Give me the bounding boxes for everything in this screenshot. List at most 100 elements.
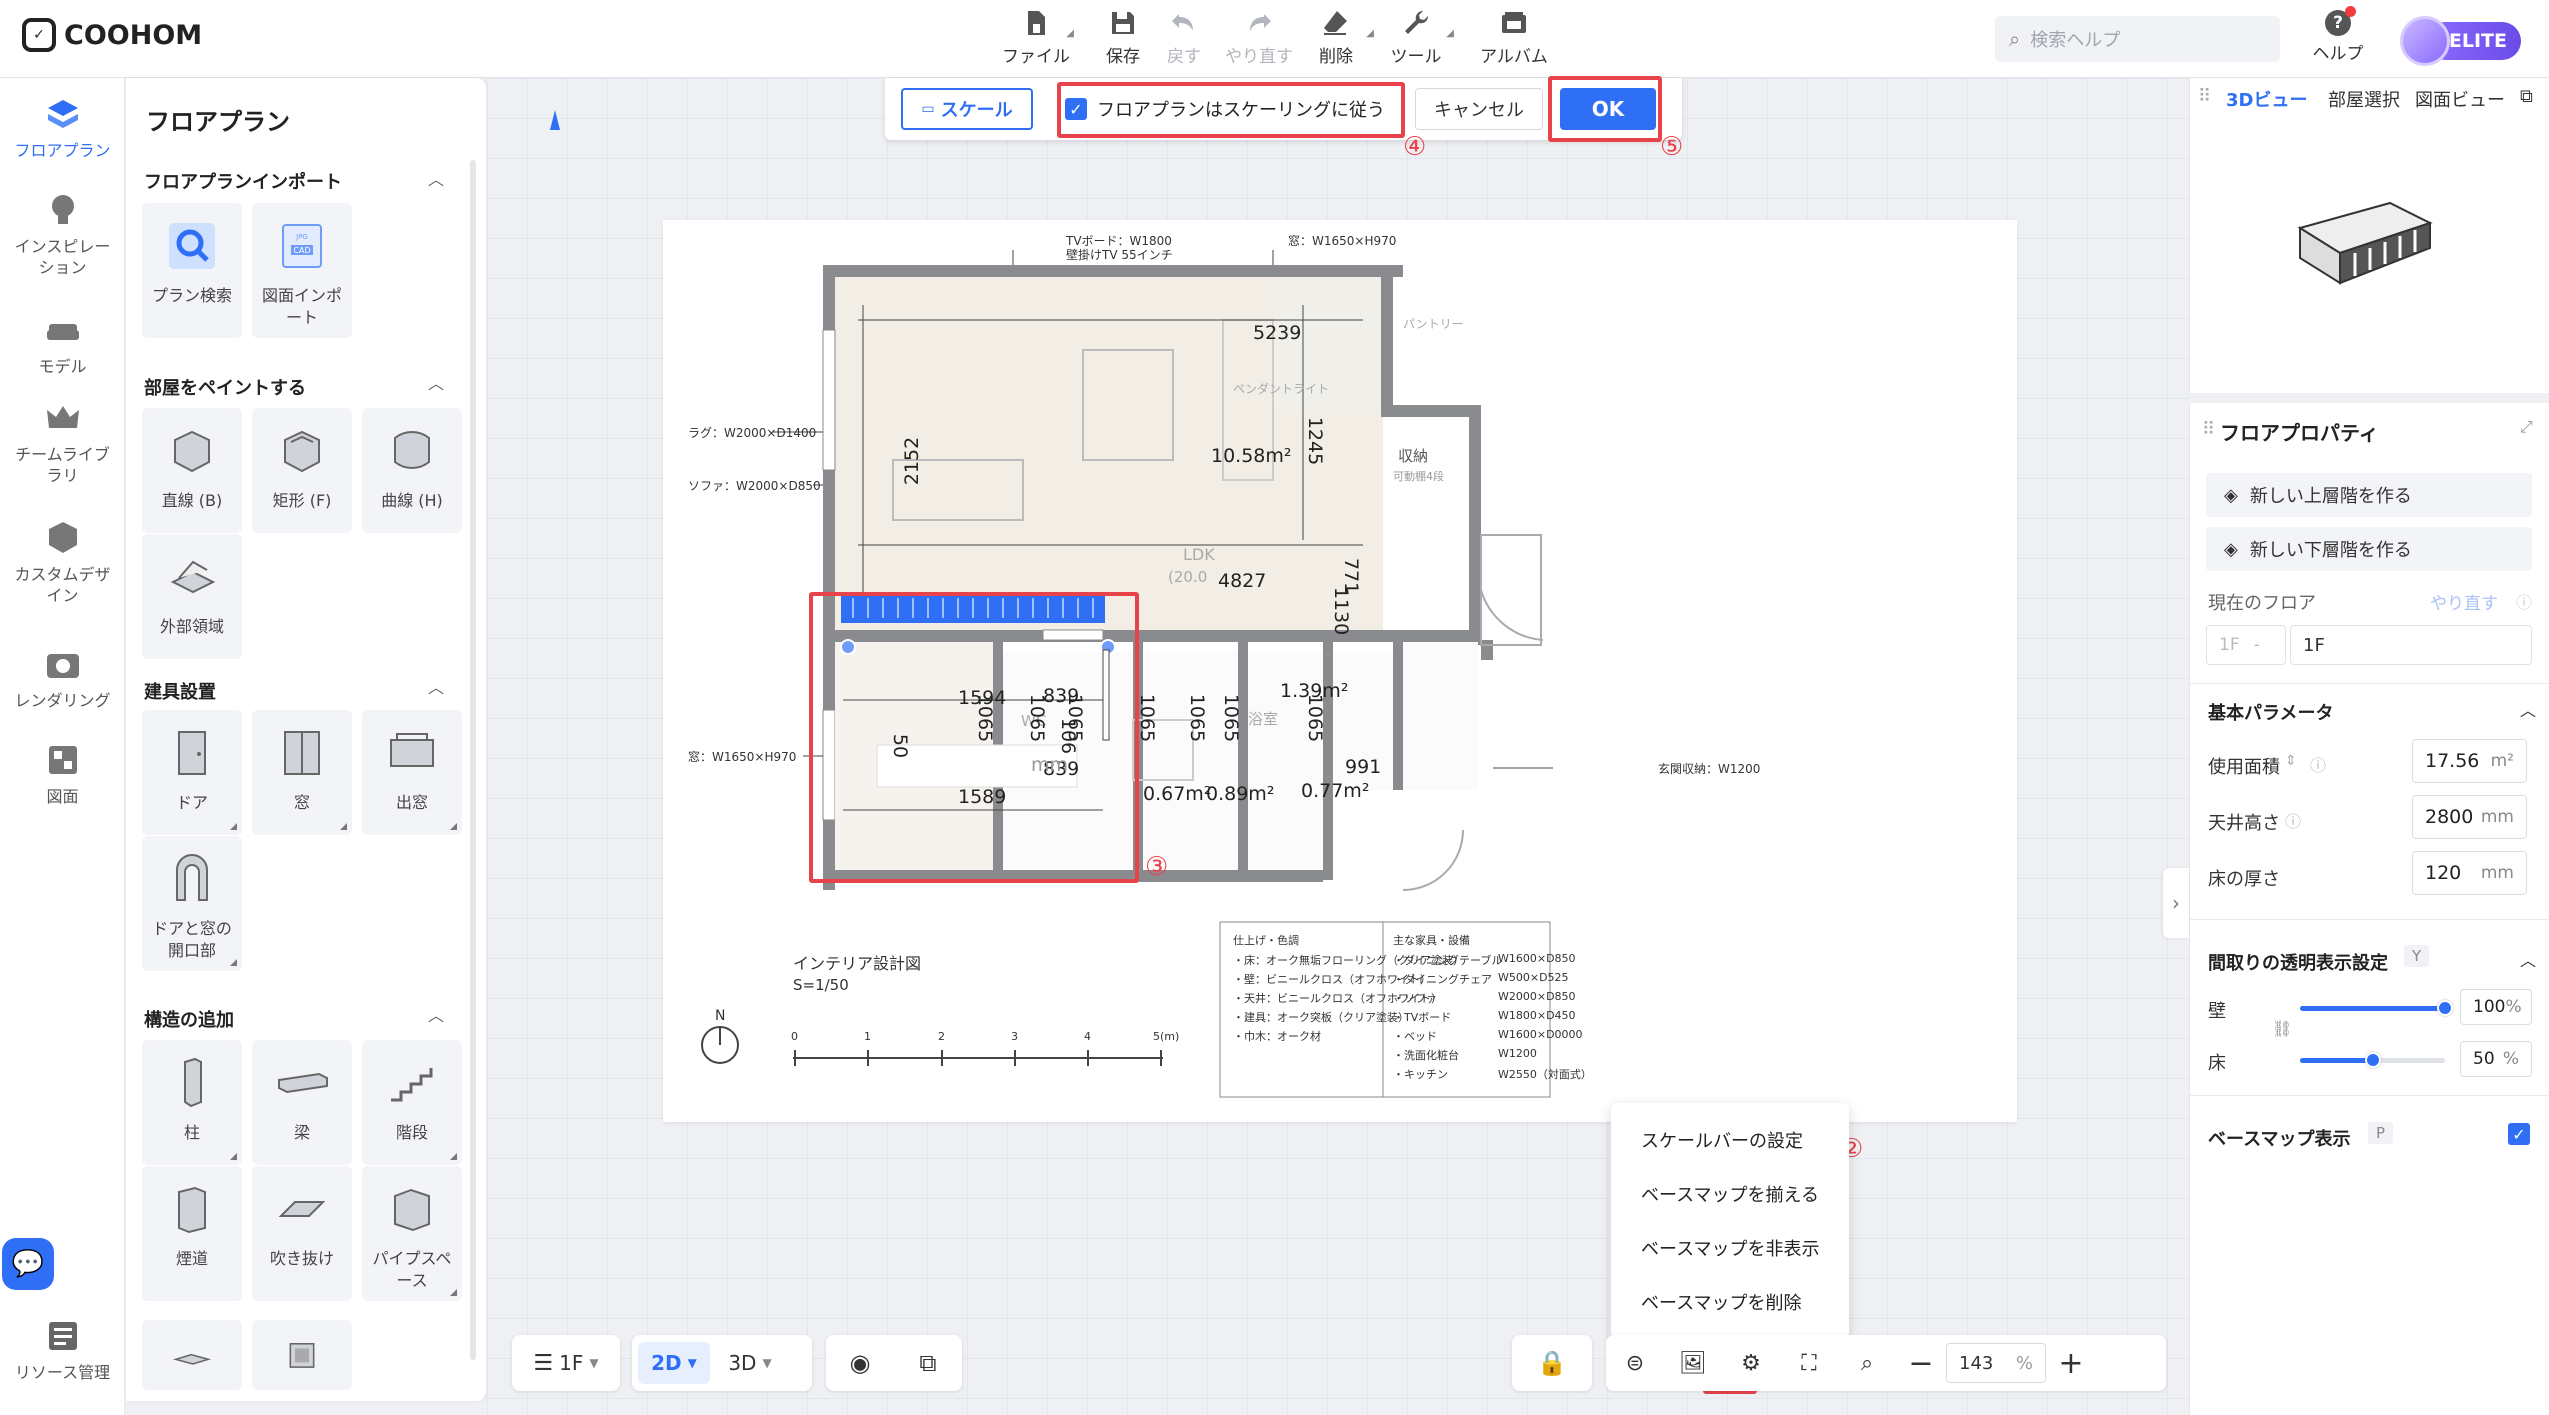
panel-scrollbar[interactable]: [470, 160, 476, 1360]
draw-rect-tile[interactable]: 矩形 (F): [252, 408, 352, 533]
coohom-logo[interactable]: ✓ COOHOM: [22, 18, 202, 52]
floor-select[interactable]: 1F -: [2206, 625, 2286, 665]
tab-3d-view[interactable]: 3Dビュー: [2226, 86, 2307, 112]
help-button[interactable]: ? ヘルプ: [2310, 6, 2366, 64]
divider: [2190, 919, 2549, 920]
floor-selector[interactable]: ☰ 1F ▼: [512, 1335, 620, 1391]
window-tile[interactable]: 窓: [252, 710, 352, 835]
draw-line-tile[interactable]: 直線 (B): [142, 408, 242, 533]
basemap-checkbox[interactable]: ✓: [2508, 1123, 2530, 1145]
stairs-tile[interactable]: 階段: [362, 1040, 462, 1165]
menu-item-align-basemap[interactable]: ベースマップを揃える: [1611, 1167, 1849, 1221]
lock-control: 🔒: [1512, 1335, 1592, 1391]
floor-name-input[interactable]: 1F: [2290, 625, 2532, 665]
album-button[interactable]: アルバム: [1478, 8, 1550, 67]
collapse-icon[interactable]: ︿: [428, 166, 444, 190]
floor-slider-knob[interactable]: [2364, 1052, 2381, 1068]
info-icon[interactable]: ⓘ: [2310, 752, 2326, 776]
redo-button[interactable]: やり直す: [1223, 8, 1295, 67]
zoom-in-button[interactable]: +: [2046, 1335, 2096, 1391]
lock-button[interactable]: 🔒: [1512, 1335, 1592, 1391]
structure-tile-more-2[interactable]: [252, 1320, 352, 1390]
outdoor-area-tile[interactable]: 外部領域: [142, 534, 242, 659]
undo-button[interactable]: 戻す: [1148, 8, 1220, 67]
cad-import-icon: CAD JPG: [282, 224, 322, 268]
collapse-icon[interactable]: ︿: [2520, 947, 2536, 971]
plan-search-tile[interactable]: プラン検索: [142, 203, 242, 338]
door-tile[interactable]: ドア: [142, 710, 242, 835]
fit-view-button[interactable]: ⛶: [1780, 1335, 1838, 1391]
opening-tile[interactable]: ドアと窓の開口部: [142, 836, 242, 971]
cube-view-button[interactable]: ⧉: [894, 1335, 962, 1391]
compass-needle-icon[interactable]: [550, 110, 560, 130]
drag-handle-icon[interactable]: ⠿: [2202, 419, 2215, 440]
structure-tile-more-1[interactable]: [142, 1320, 242, 1390]
flue-tile[interactable]: 煙道: [142, 1166, 242, 1301]
wall-slider-knob[interactable]: [2437, 1000, 2453, 1016]
logo-mark-icon: ✓: [22, 18, 56, 52]
lock-icon: 🔒: [1537, 1349, 1567, 1377]
zoom-out-button[interactable]: −: [1896, 1335, 1946, 1391]
draw-curve-tile[interactable]: 曲線 (H): [362, 408, 462, 533]
floor-thickness-field[interactable]: 120 mm: [2412, 851, 2527, 895]
tools-menu-button[interactable]: ツール ◢: [1380, 8, 1454, 67]
avatar[interactable]: [2400, 16, 2450, 66]
add-upper-floor-button[interactable]: ◈ 新しい上層階を作る: [2206, 473, 2532, 517]
bay-window-tile[interactable]: 出窓: [362, 710, 462, 835]
delete-menu-button[interactable]: 削除 ◢: [1300, 8, 1374, 67]
mode-2d-button[interactable]: 2D ▼: [638, 1342, 710, 1384]
collapse-icon[interactable]: ︿: [428, 1002, 444, 1026]
toggle-button[interactable]: ⊜: [1606, 1335, 1664, 1391]
floor-opacity-field[interactable]: 50%: [2460, 1041, 2532, 1077]
3d-preview-model[interactable]: [2290, 198, 2440, 308]
settings-button[interactable]: ⚙: [1722, 1335, 1780, 1391]
zoom-area-button[interactable]: ⌕: [1838, 1335, 1896, 1391]
basemap-button[interactable]: 🖼: [1664, 1335, 1722, 1391]
rail-item-team-library[interactable]: チームライブラリ: [0, 398, 125, 486]
collapse-icon[interactable]: ︿: [428, 370, 444, 394]
chat-button[interactable]: 💬: [2, 1238, 54, 1290]
menu-item-scale-bar[interactable]: スケールバーの設定: [1611, 1113, 1849, 1167]
expand-arrow-icon[interactable]: ⤢: [2520, 417, 2533, 437]
collapse-right-panel-button[interactable]: ›: [2163, 868, 2189, 938]
rail-item-drawing[interactable]: 図面: [0, 740, 125, 807]
rail-item-rendering[interactable]: レンダリング: [0, 644, 125, 711]
rail-item-model[interactable]: モデル: [0, 310, 125, 377]
help-search-input[interactable]: ⌕ 検索ヘルプ: [1995, 16, 2280, 62]
area-field[interactable]: 17.56 m²: [2412, 739, 2527, 783]
void-tile[interactable]: 吹き抜け: [252, 1166, 352, 1301]
zoom-input[interactable]: 143 %: [1946, 1343, 2046, 1383]
cancel-button[interactable]: キャンセル: [1415, 88, 1543, 130]
rail-item-resource[interactable]: リソース管理: [0, 1316, 125, 1383]
scale-button[interactable]: ▭ スケール: [901, 88, 1033, 130]
redo-link[interactable]: やり直す: [2430, 589, 2498, 614]
plan-label-entrance-storage: 玄関収納：W1200: [1658, 762, 1761, 776]
svg-text:CAD: CAD: [293, 246, 310, 255]
menu-item-delete-basemap[interactable]: ベースマップを削除: [1611, 1275, 1849, 1329]
floor-left-value: 1F: [2219, 635, 2240, 655]
mode-3d-button[interactable]: 3D ▼: [710, 1335, 790, 1391]
wall-opacity-field[interactable]: 100%: [2460, 989, 2532, 1025]
plan-import-tile[interactable]: CAD JPG 図面インポート: [252, 203, 352, 338]
file-menu-button[interactable]: ファイル ◢: [1000, 8, 1074, 67]
link-icon[interactable]: ⛓: [2272, 1019, 2292, 1038]
rail-item-custom-design[interactable]: カスタムデザイン: [0, 518, 125, 606]
collapse-icon[interactable]: ︿: [428, 674, 444, 698]
pipe-space-tile[interactable]: パイプスペース: [362, 1166, 462, 1301]
floor-opacity-unit: %: [2502, 1049, 2519, 1069]
collapse-icon[interactable]: ︿: [2520, 697, 2536, 721]
tab-room-select[interactable]: 部屋選択: [2328, 86, 2400, 112]
rail-item-floorplan[interactable]: フロアプラン: [0, 94, 125, 161]
expand-icon[interactable]: ⧉: [2520, 86, 2533, 107]
rail-item-inspiration[interactable]: インスピレーション: [0, 190, 125, 278]
tab-drawing-view[interactable]: 図面ビュー: [2415, 86, 2505, 112]
menu-item-hide-basemap[interactable]: ベースマップを非表示: [1611, 1221, 1849, 1275]
info-icon[interactable]: ⓘ: [2285, 808, 2301, 832]
column-tile[interactable]: 柱: [142, 1040, 242, 1165]
beam-tile[interactable]: 梁: [252, 1040, 352, 1165]
ceiling-height-field[interactable]: 2800 mm: [2412, 795, 2527, 839]
drag-handle-icon[interactable]: ⠿: [2198, 86, 2211, 107]
add-lower-floor-button[interactable]: ◈ 新しい下層階を作る: [2206, 527, 2532, 571]
sort-icon[interactable]: ⇕: [2285, 753, 2297, 769]
visibility-button[interactable]: ◉: [826, 1335, 894, 1391]
